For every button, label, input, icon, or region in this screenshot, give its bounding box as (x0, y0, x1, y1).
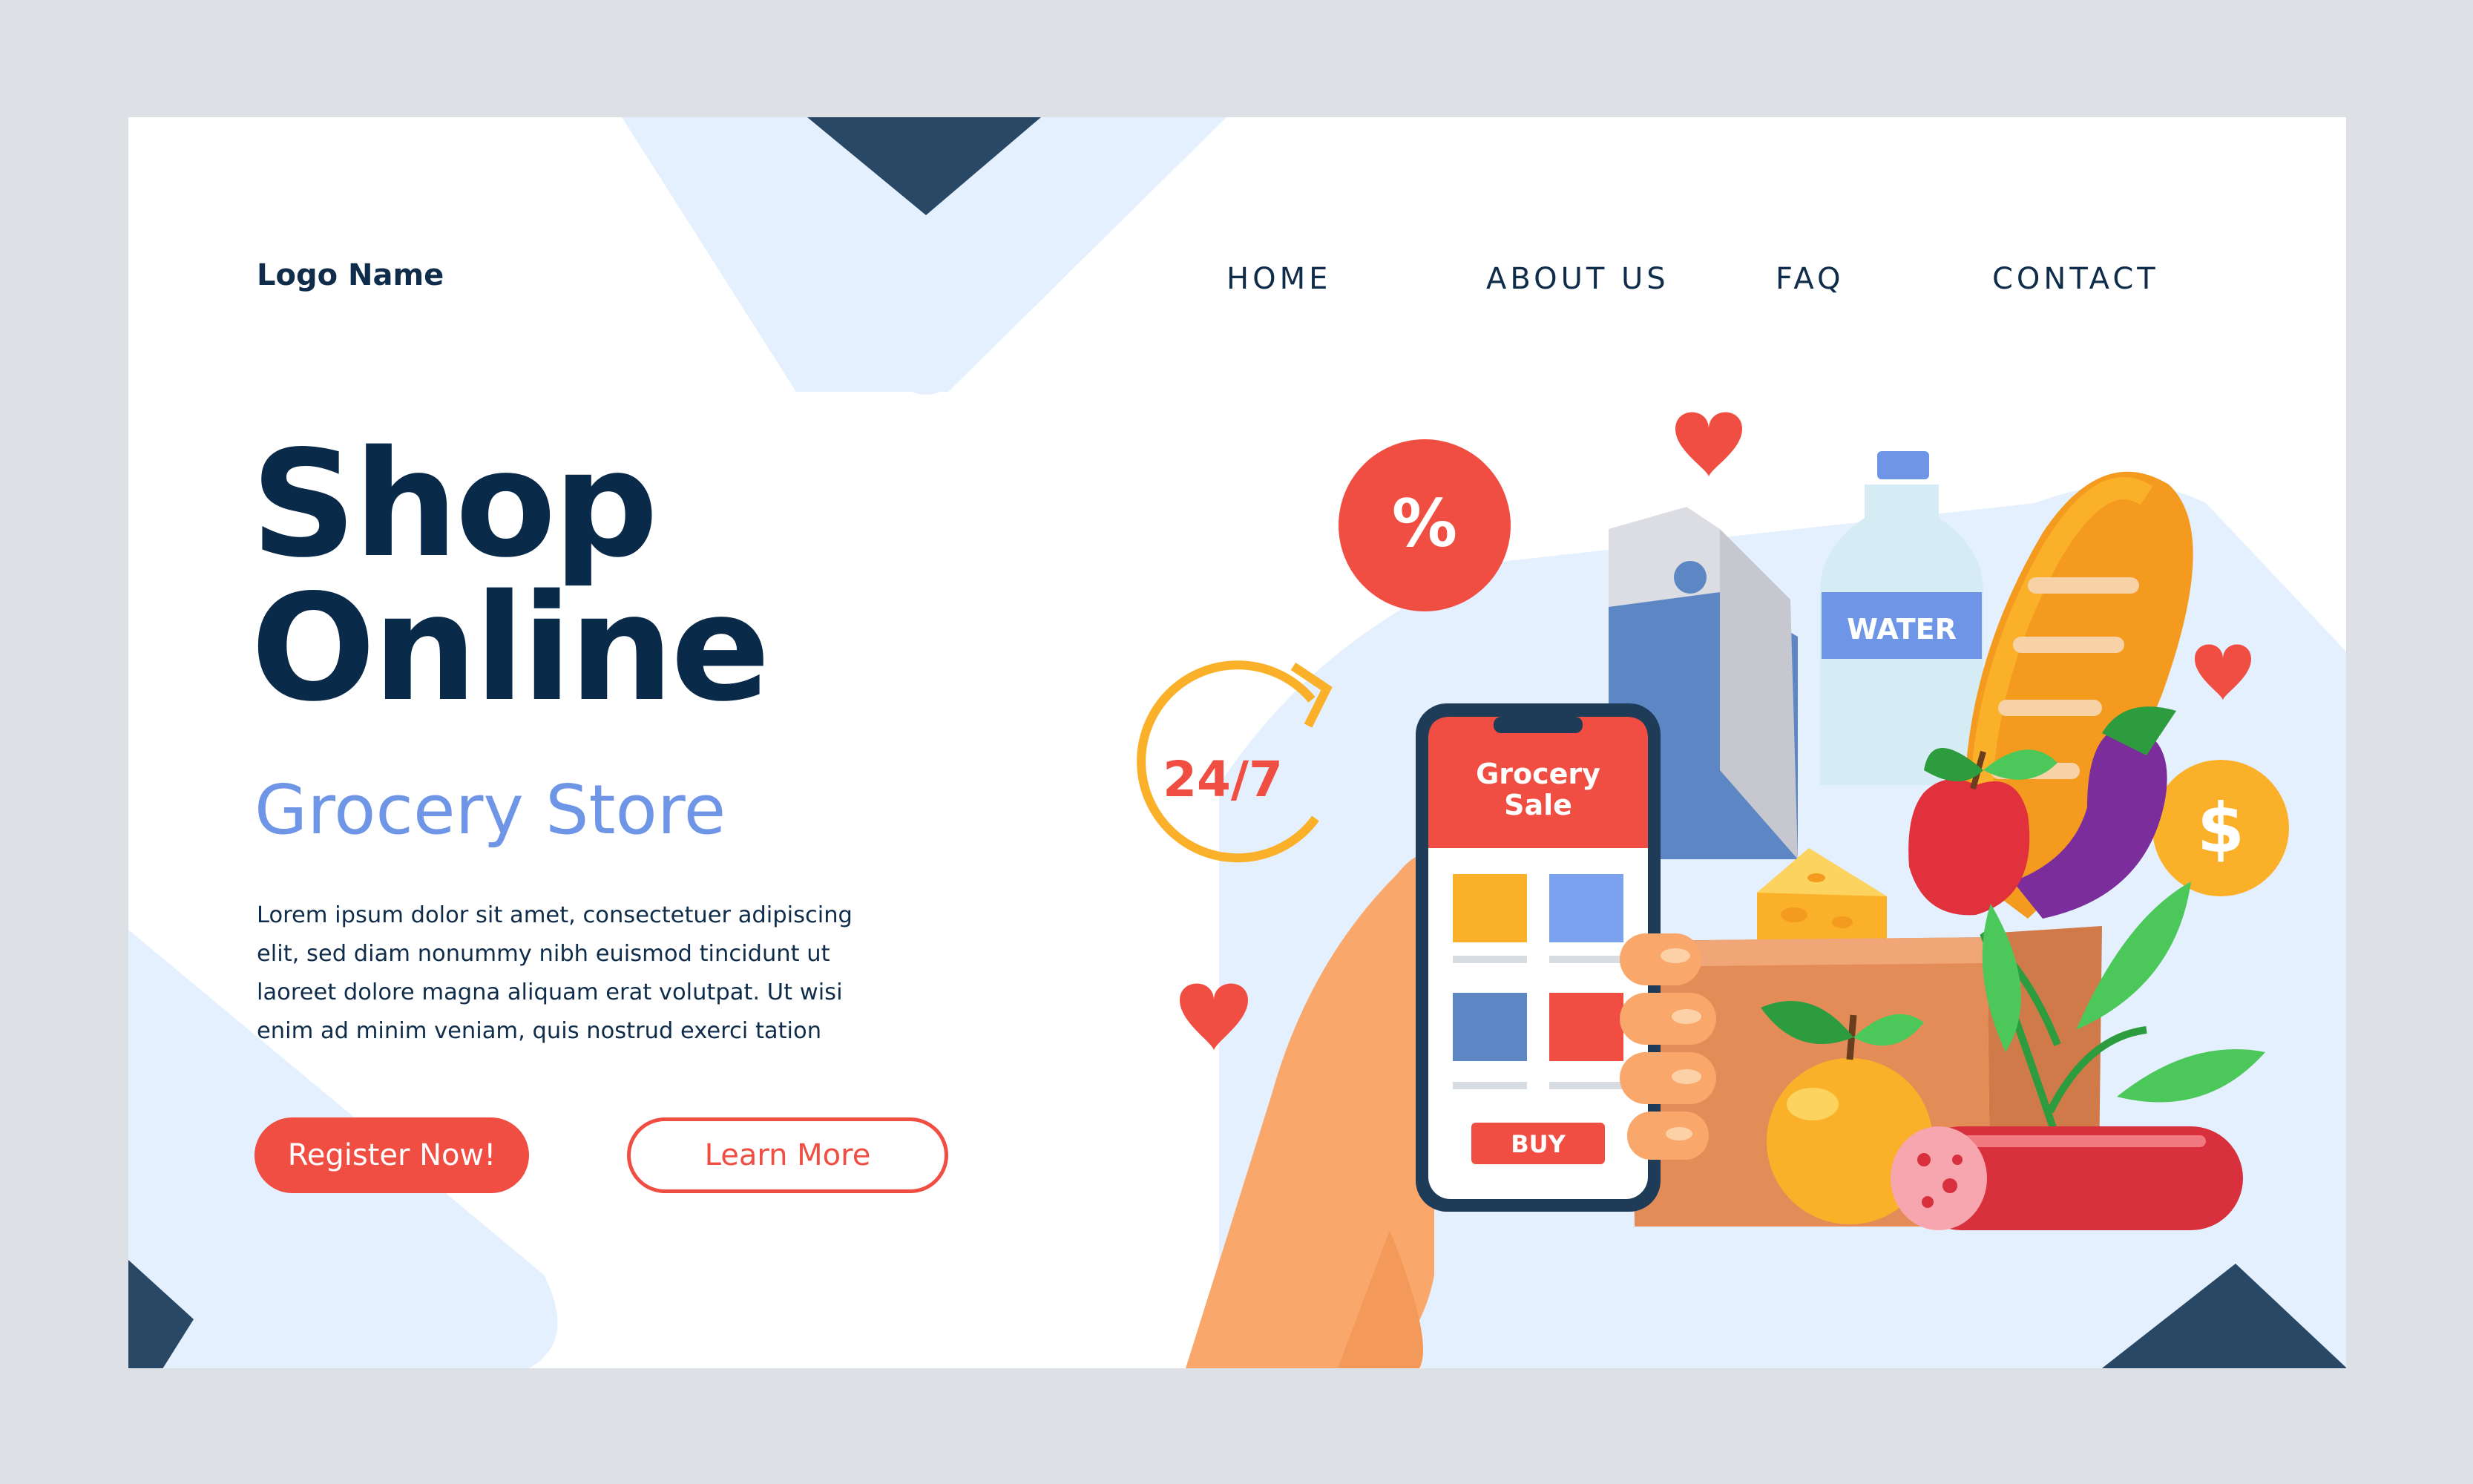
discount-badge: % (1339, 439, 1511, 611)
hand (1186, 853, 1451, 1368)
coin-icon: $ (2152, 760, 2289, 896)
water-bottle: WATER (1820, 451, 1983, 785)
cheese (1757, 848, 1887, 941)
percent-icon: % (1392, 485, 1457, 562)
salami (1891, 1126, 2243, 1230)
landing-page: Logo Name HOME ABOUT US FAQ CONTACT Shop… (128, 117, 2346, 1368)
dollar-icon: $ (2197, 789, 2244, 868)
heart-icon (1180, 983, 1248, 1051)
bottle-label: WATER (1847, 613, 1957, 646)
phone-screen-title: Grocery (1476, 758, 1600, 790)
availability-badge: 24/7 (1137, 660, 1333, 863)
phone-screen-subtitle: Sale (1504, 789, 1572, 821)
grocery-illustration: % 24/7 $ WATER Grocery Sale BUY (1137, 412, 2289, 1368)
phone-buy-label: BUY (1511, 1130, 1566, 1158)
heart-icon (1675, 412, 1742, 477)
heart-icon (2195, 644, 2251, 700)
availability-text: 24/7 (1163, 751, 1283, 808)
